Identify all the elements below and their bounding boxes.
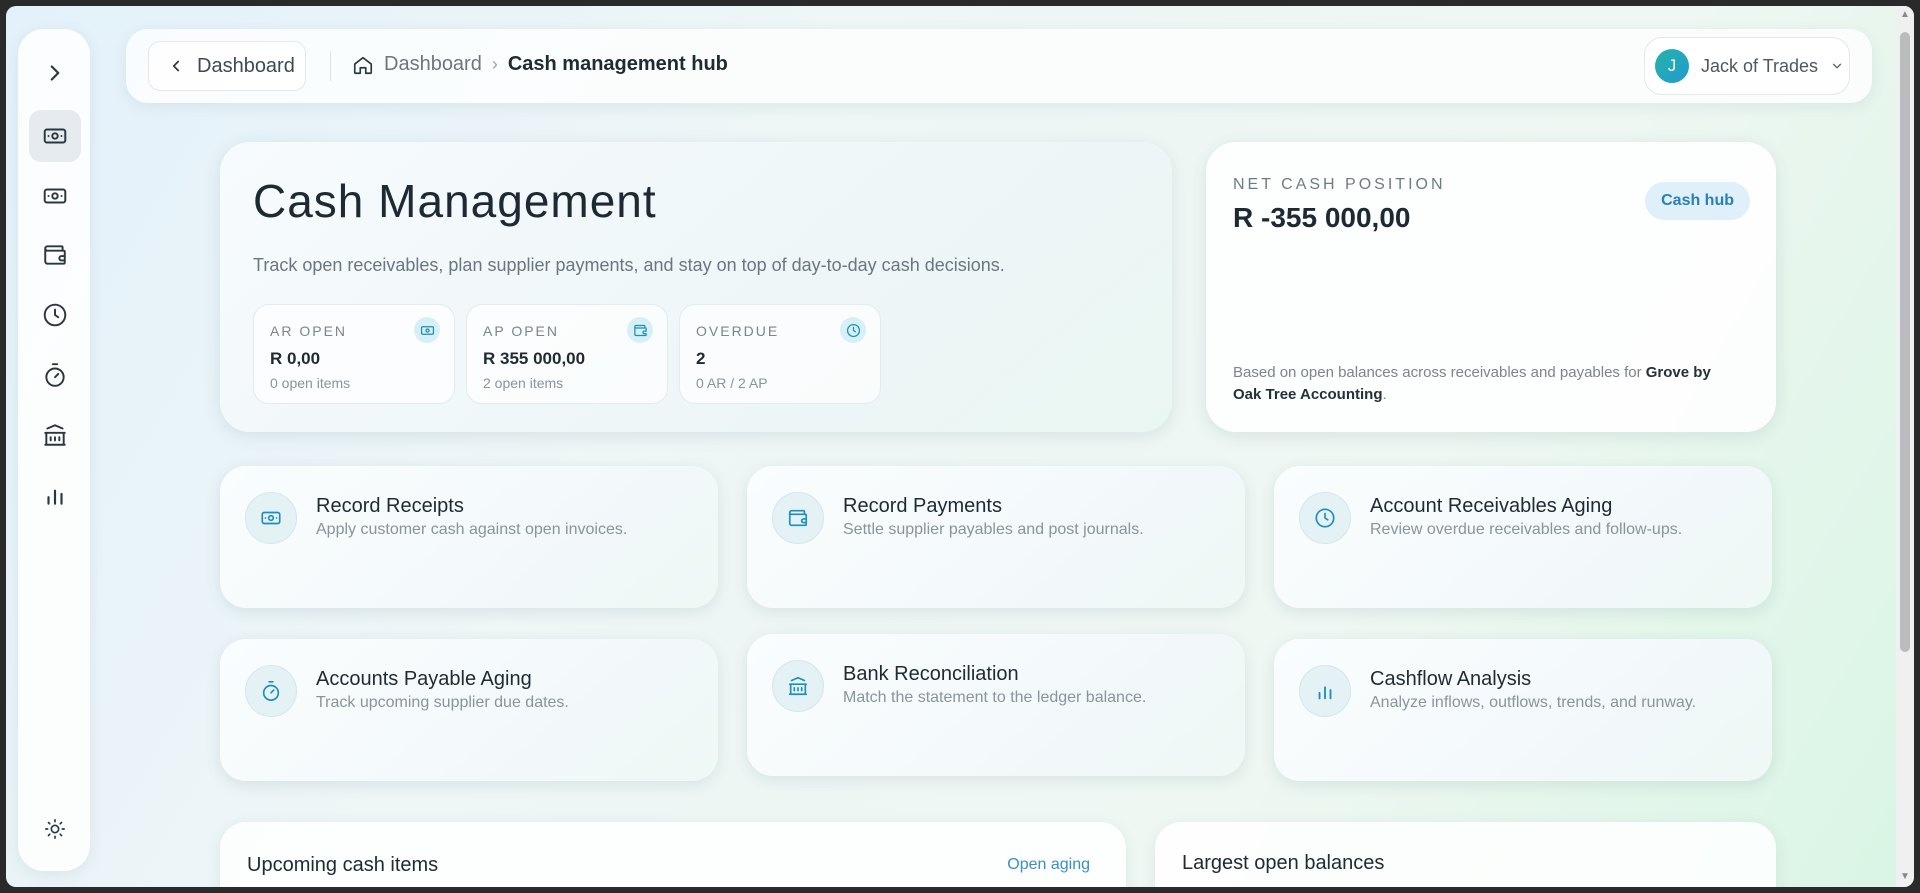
sidebar-item-payments[interactable] [29, 229, 81, 281]
cash-icon [414, 317, 440, 343]
action-description: Match the statement to the ledger balanc… [843, 689, 1147, 706]
action-title: Record Receipts [316, 495, 464, 517]
largest-open-balances-card: Largest open balances [1155, 822, 1776, 887]
stopwatch-icon [245, 665, 297, 717]
bank-icon [44, 424, 66, 446]
sidebar-expand-button[interactable] [29, 47, 81, 99]
record-receipts-card[interactable]: Record Receipts Apply customer cash agai… [220, 466, 718, 608]
receivables-aging-card[interactable]: Account Receivables Aging Review overdue… [1274, 466, 1772, 608]
cash-icon [245, 492, 297, 544]
sun-icon [45, 819, 65, 839]
back-button[interactable]: Dashboard [148, 41, 306, 91]
bar-chart-icon [47, 489, 63, 505]
bank-icon [772, 660, 824, 712]
net-cash-note: Based on open balances across receivable… [1233, 362, 1733, 406]
stat-value: R 355 000,00 [483, 349, 586, 368]
action-description: Track upcoming supplier due dates. [316, 694, 569, 711]
theme-toggle[interactable] [29, 803, 81, 855]
chevron-left-icon [172, 60, 180, 72]
scroll-thumb[interactable] [1900, 32, 1910, 652]
scroll-up-icon[interactable]: ▲ [1900, 10, 1910, 20]
cash-icon [43, 128, 67, 144]
scroll-down-icon[interactable]: ▼ [1900, 872, 1910, 882]
stopwatch-icon [45, 363, 65, 387]
page-subtitle: Track open receivables, plan supplier pa… [253, 255, 1005, 275]
action-title: Accounts Payable Aging [316, 668, 532, 690]
section-title: Largest open balances [1182, 852, 1385, 874]
sidebar [18, 29, 90, 871]
action-description: Apply customer cash against open invoice… [316, 521, 628, 538]
wallet-icon [772, 492, 824, 544]
action-description: Settle supplier payables and post journa… [843, 521, 1144, 538]
user-name: Jack of Trades [1701, 55, 1819, 76]
sidebar-item-payables-aging[interactable] [29, 349, 81, 401]
sidebar-item-receipts[interactable] [29, 170, 81, 222]
top-bar: Dashboard Dashboard › Cash management hu… [126, 29, 1872, 103]
stat-label: AR OPEN [270, 323, 348, 339]
back-button-label: Dashboard [197, 54, 295, 77]
sidebar-item-cashflow-analysis[interactable] [29, 469, 81, 521]
stat-ap-open: AP OPEN R 355 000,00 2 open items [466, 304, 668, 404]
stat-meta: 0 open items [270, 375, 351, 391]
net-cash-card: NET CASH POSITION R -355 000,00 Cash hub… [1206, 142, 1776, 432]
avatar: J [1655, 49, 1689, 83]
stat-value: 2 [696, 349, 706, 368]
stat-overdue: OVERDUE 2 0 AR / 2 AP [679, 304, 881, 404]
wallet-icon [627, 317, 653, 343]
record-payments-card[interactable]: Record Payments Settle supplier payables… [747, 466, 1245, 608]
stat-label: AP OPEN [483, 323, 559, 339]
upcoming-cash-items-card: Upcoming cash items Open aging [220, 822, 1126, 887]
home-icon[interactable] [352, 54, 374, 76]
sidebar-item-receivables-aging[interactable] [29, 289, 81, 341]
breadcrumb-dashboard-link[interactable]: Dashboard [384, 53, 482, 76]
breadcrumb: Dashboard › Cash management hub [352, 53, 728, 76]
net-cash-note-suffix: . [1382, 386, 1387, 403]
stat-meta: 0 AR / 2 AP [696, 375, 768, 391]
stat-value: R 0,00 [270, 349, 321, 368]
cash-management-hero: Cash Management Track open receivables, … [220, 142, 1172, 432]
action-description: Review overdue receivables and follow-up… [1370, 521, 1683, 538]
clock-icon [840, 317, 866, 343]
sidebar-item-cash-management[interactable] [29, 110, 81, 162]
net-cash-value: R -355 000,00 [1233, 202, 1411, 233]
chevron-right-icon [50, 65, 60, 81]
sidebar-item-bank-reconciliation[interactable] [29, 409, 81, 461]
net-cash-label: NET CASH POSITION [1233, 176, 1446, 193]
user-menu[interactable]: J Jack of Trades [1644, 37, 1850, 95]
stat-meta: 2 open items [483, 375, 564, 391]
divider [330, 51, 331, 81]
breadcrumb-current: Cash management hub [507, 53, 728, 75]
app-window: Dashboard Dashboard › Cash management hu… [6, 6, 1914, 887]
action-title: Bank Reconciliation [843, 663, 1019, 685]
chevron-right-icon: › [491, 54, 498, 74]
action-title: Record Payments [843, 495, 1002, 517]
action-title: Account Receivables Aging [1370, 495, 1613, 517]
cash-hub-badge[interactable]: Cash hub [1645, 182, 1750, 220]
payables-aging-card[interactable]: Accounts Payable Aging Track upcoming su… [220, 639, 718, 781]
cashflow-analysis-card[interactable]: Cashflow Analysis Analyze inflows, outfl… [1274, 639, 1772, 781]
open-aging-link[interactable]: Open aging [1007, 856, 1090, 874]
action-title: Cashflow Analysis [1370, 668, 1532, 690]
action-description: Analyze inflows, outflows, trends, and r… [1370, 694, 1697, 711]
page-title: Cash Management [253, 175, 657, 227]
chevron-down-icon [1832, 63, 1842, 69]
wallet-icon [44, 245, 66, 265]
bank-reconciliation-card[interactable]: Bank Reconciliation Match the statement … [747, 634, 1245, 776]
vertical-scrollbar[interactable]: ▲ ▼ [1896, 6, 1914, 887]
clock-icon [43, 303, 67, 327]
stat-label: OVERDUE [696, 323, 780, 339]
stat-ar-open: AR OPEN R 0,00 0 open items [253, 304, 455, 404]
clock-icon [1299, 492, 1351, 544]
section-title: Upcoming cash items [247, 854, 439, 876]
cash-icon [43, 188, 67, 204]
bar-chart-icon [1299, 665, 1351, 717]
net-cash-note-prefix: Based on open balances across receivable… [1233, 364, 1646, 381]
